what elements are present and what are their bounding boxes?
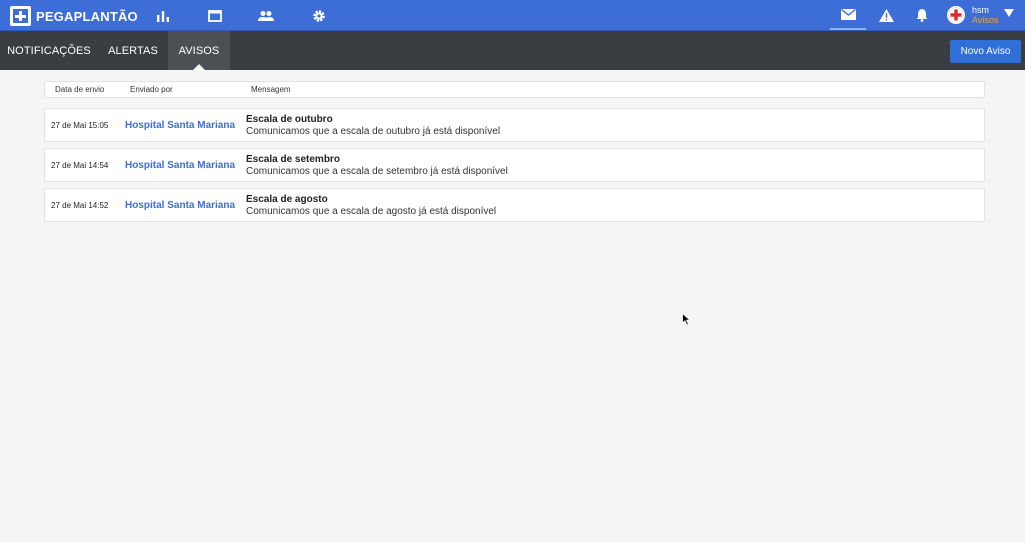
bar-chart-icon[interactable] bbox=[154, 7, 172, 25]
caret-down-icon[interactable] bbox=[1004, 9, 1014, 17]
header-message: Mensagem bbox=[251, 85, 291, 94]
mouse-pointer-icon bbox=[682, 312, 692, 331]
tab-bar: NOTIFICAÇÕES ALERTAS AVISOS bbox=[0, 31, 1025, 70]
tab-notificacoes[interactable]: NOTIFICAÇÕES bbox=[0, 31, 98, 70]
table-row[interactable]: 27 de Mai 14:54 Hospital Santa Mariana E… bbox=[44, 148, 985, 182]
tab-avisos[interactable]: AVISOS bbox=[168, 31, 230, 70]
row-message: Comunicamos que a escala de agosto já es… bbox=[246, 206, 497, 217]
bell-icon[interactable] bbox=[904, 0, 940, 30]
window-icon[interactable] bbox=[206, 7, 224, 25]
row-sender-link[interactable]: Hospital Santa Mariana bbox=[125, 160, 235, 171]
row-message: Comunicamos que a escala de outubro já e… bbox=[246, 126, 501, 137]
table-row[interactable]: 27 de Mai 14:52 Hospital Santa Mariana E… bbox=[44, 188, 985, 222]
new-aviso-button[interactable]: Novo Aviso bbox=[950, 40, 1021, 63]
user-name: hsm bbox=[972, 5, 990, 15]
table-header: Data de envio Enviado por Mensagem bbox=[44, 81, 985, 98]
row-sender-link[interactable]: Hospital Santa Mariana bbox=[125, 200, 235, 211]
people-icon[interactable] bbox=[257, 7, 275, 25]
mail-icon[interactable] bbox=[830, 0, 866, 30]
row-title: Escala de outubro bbox=[246, 114, 333, 125]
gear-icon[interactable] bbox=[310, 7, 328, 25]
user-menu[interactable]: hsm Avisos bbox=[972, 5, 998, 25]
warning-icon[interactable] bbox=[868, 0, 904, 30]
app-logo[interactable]: PEGAPLANTÃO bbox=[10, 6, 138, 26]
row-title: Escala de agosto bbox=[246, 194, 328, 205]
user-role: Avisos bbox=[972, 15, 999, 25]
logo-cross-icon bbox=[10, 6, 31, 26]
avatar[interactable] bbox=[947, 6, 965, 24]
header-date: Data de envio bbox=[55, 85, 105, 94]
app-name: PEGAPLANTÃO bbox=[36, 8, 138, 24]
row-sender-link[interactable]: Hospital Santa Mariana bbox=[125, 120, 235, 131]
row-title: Escala de setembro bbox=[246, 154, 340, 165]
row-date: 27 de Mai 15:05 bbox=[51, 121, 109, 130]
row-date: 27 de Mai 14:54 bbox=[51, 161, 109, 170]
tab-alertas[interactable]: ALERTAS bbox=[98, 31, 168, 70]
top-bar: PEGAPLANTÃO hsm Avisos bbox=[0, 0, 1025, 31]
row-date: 27 de Mai 14:52 bbox=[51, 201, 109, 210]
header-sender: Enviado por bbox=[130, 85, 173, 94]
table-row[interactable]: 27 de Mai 15:05 Hospital Santa Mariana E… bbox=[44, 108, 985, 142]
row-message: Comunicamos que a escala de setembro já … bbox=[246, 166, 508, 177]
